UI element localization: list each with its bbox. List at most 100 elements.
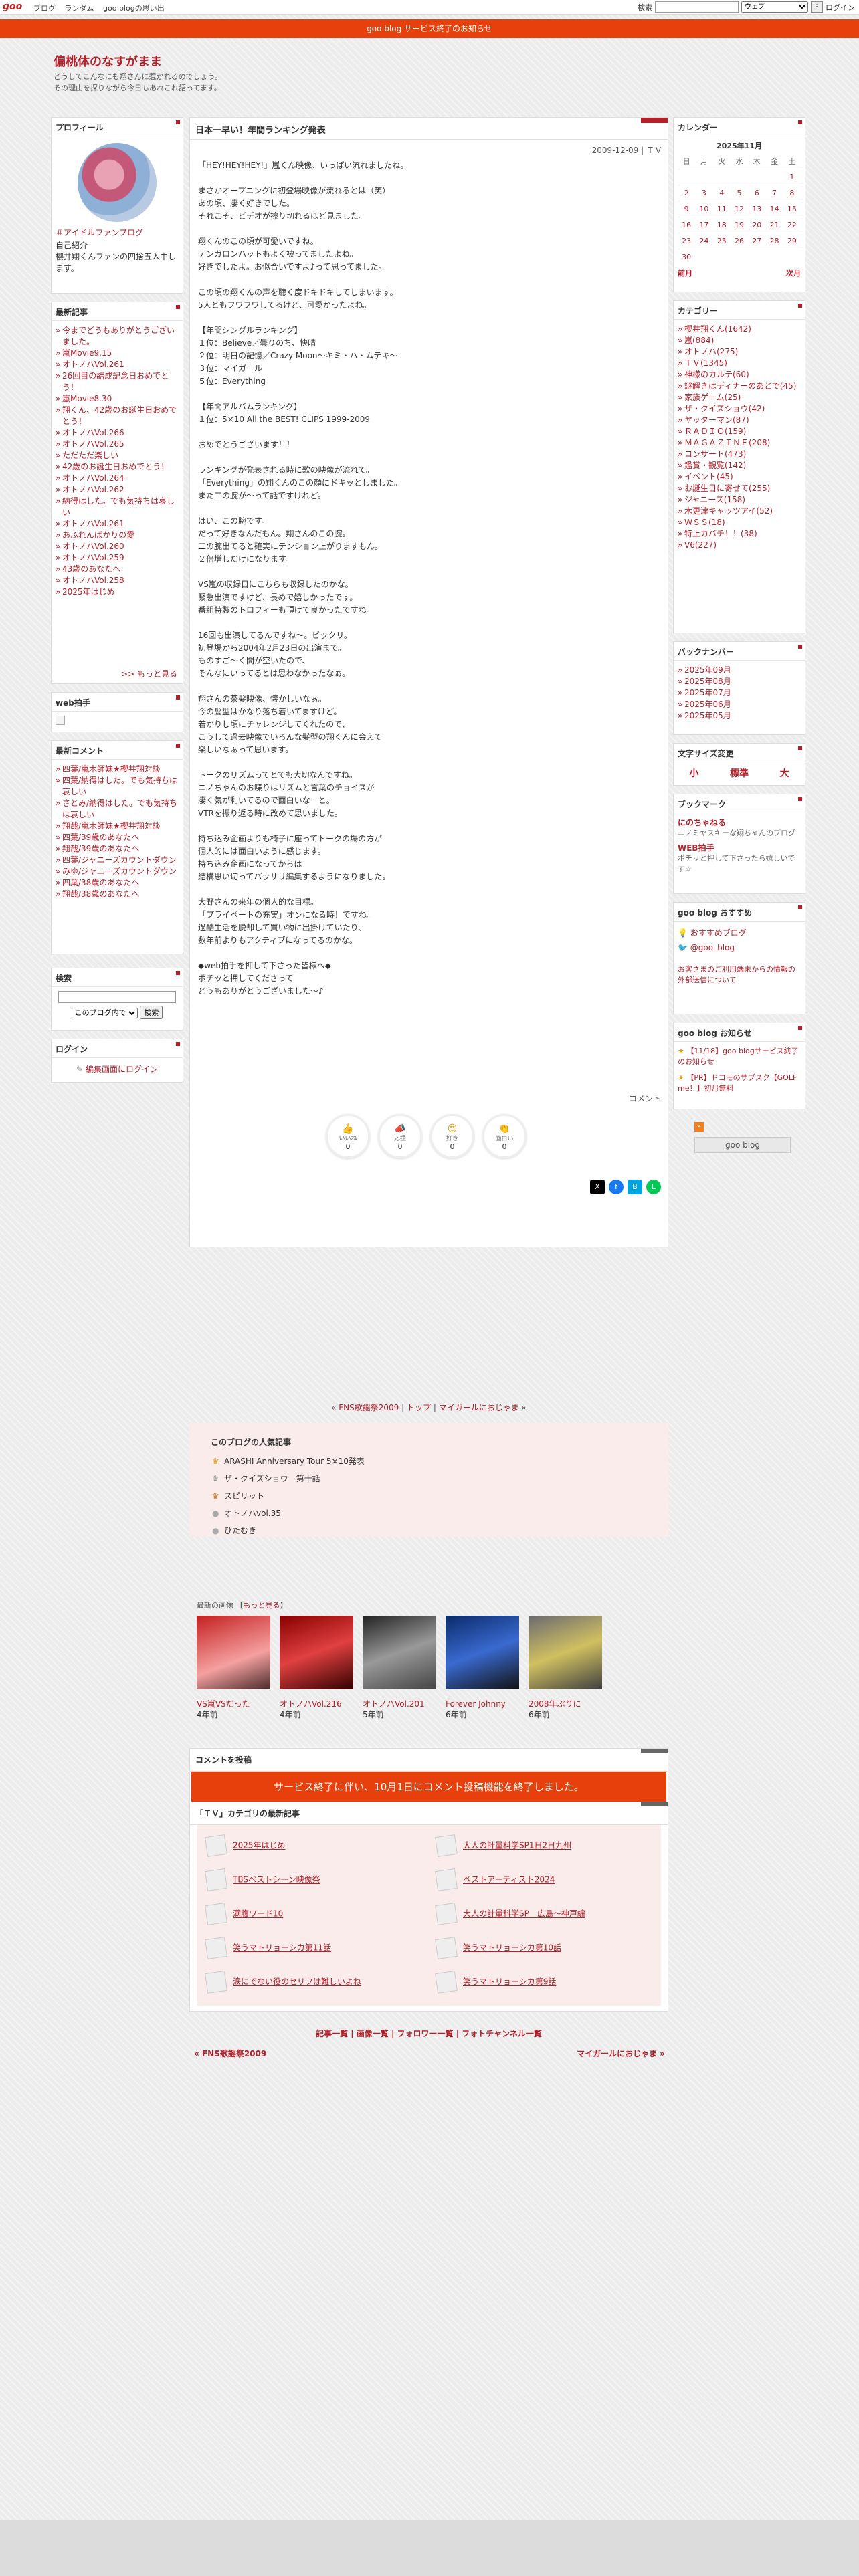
tv-recent-item[interactable]: 2025年はじめ [205, 1834, 286, 1857]
calendar-day[interactable]: 3 [695, 184, 713, 201]
category-link[interactable]: 嵐(884) [678, 335, 801, 346]
calendar-day[interactable]: 23 [678, 232, 696, 249]
category-link[interactable]: V6(227) [678, 540, 801, 551]
recent-post-link[interactable]: オトノハVol.266 [56, 427, 179, 439]
calendar-day[interactable]: 24 [695, 232, 713, 249]
calendar-day[interactable]: 22 [783, 216, 801, 233]
category-link[interactable]: オトノハ(275) [678, 346, 801, 358]
reaction-cheer[interactable]: 📣 応援 0 [378, 1114, 422, 1158]
tv-recent-item[interactable]: 笑うマトリョーシカ第10話 [435, 1937, 561, 1959]
hatena-icon[interactable]: B [628, 1180, 642, 1194]
calendar-day[interactable]: 20 [748, 216, 766, 233]
category-link[interactable]: ＴＶ(1345) [678, 358, 801, 369]
line-icon[interactable]: L [646, 1180, 661, 1194]
recent-post-link[interactable]: オトノハVol.262 [56, 484, 179, 496]
calendar-day[interactable]: 7 [765, 184, 783, 201]
popular-item[interactable]: ♛ ARASHI Anniversary Tour 5×10発表 [212, 1455, 365, 1467]
backnumber-link[interactable]: 2025年07月 [678, 687, 801, 699]
recent-post-link[interactable]: あふれんばかりの愛 [56, 530, 179, 541]
notice-item[interactable]: ★ 【PR】ドコモのサブスク【GOLF me！】初月無料 [678, 1073, 801, 1094]
pager-top[interactable]: トップ [407, 1403, 431, 1412]
recent-post-link[interactable]: オトノハVol.265 [56, 439, 179, 450]
search-scope-select[interactable]: ウェブ [741, 1, 808, 13]
category-link[interactable]: 鑑賞・観覧(142) [678, 460, 801, 471]
nav-memories[interactable]: goo blogの思い出 [103, 4, 165, 13]
gallery-thumb[interactable] [529, 1616, 602, 1689]
recent-post-link[interactable]: 42歳のお誕生日おめでとう！ [56, 461, 179, 473]
calendar-next[interactable]: 次月 [786, 267, 801, 278]
recommend-item[interactable]: 💡 おすすめブログ [678, 926, 801, 940]
calendar-day[interactable]: 16 [678, 216, 696, 233]
calendar-day[interactable]: 5 [730, 184, 749, 201]
recent-post-link[interactable]: オトノハVol.261 [56, 359, 179, 370]
calendar-day[interactable]: 10 [695, 200, 713, 217]
calendar-day[interactable]: 2 [678, 184, 696, 201]
comment-link[interactable]: 翔哉/38歳のあなたへ [56, 889, 179, 900]
popular-item[interactable]: ♛ スピリット [212, 1490, 264, 1501]
category-link[interactable]: 木更津キャッツアイ(52) [678, 506, 801, 517]
facebook-icon[interactable]: f [609, 1180, 624, 1194]
recent-post-link[interactable]: オトノハVol.259 [56, 552, 179, 564]
category-link[interactable]: ジャニーズ(158) [678, 494, 801, 506]
recent-more-link[interactable]: >> もっと見る [121, 668, 177, 679]
footer-prev[interactable]: « FNS歌謡祭2009 [194, 2049, 266, 2058]
category-link[interactable]: ザ・クイズショウ(42) [678, 403, 801, 415]
gallery-thumb[interactable] [197, 1616, 270, 1689]
reaction-funny[interactable]: 👏 面白い 0 [482, 1114, 527, 1158]
pager-prev[interactable]: FNS歌謡祭2009 [339, 1403, 399, 1412]
comment-link[interactable]: 四葉/39歳のあなたへ [56, 832, 179, 843]
calendar-day[interactable]: 6 [748, 184, 766, 201]
reaction-love[interactable]: 😍 好き 0 [430, 1114, 474, 1158]
recent-post-link[interactable]: オトノハVol.264 [56, 473, 179, 484]
comment-link[interactable]: みゆ/ジャニーズカウントダウン [56, 866, 179, 877]
service-end-link[interactable]: goo blog サービス終了のお知らせ [367, 24, 492, 33]
recent-post-link[interactable]: オトノハVol.261 [56, 518, 179, 530]
reaction-like[interactable]: 👍 いいね 0 [326, 1114, 370, 1158]
nav-random[interactable]: ランダム [65, 4, 94, 13]
category-link[interactable]: ヤッターマン(87) [678, 415, 801, 426]
backnumber-link[interactable]: 2025年05月 [678, 710, 801, 722]
top-search-input[interactable] [655, 1, 739, 13]
calendar-day[interactable]: 1 [783, 168, 801, 185]
recent-post-link[interactable]: ただただ楽しい [56, 450, 179, 461]
tv-recent-item[interactable]: 涙にでない役のセリフは難しいよね [205, 1971, 361, 1994]
calendar-day[interactable]: 19 [730, 216, 749, 233]
footer-links[interactable]: 記事一覧 | 画像一覧 | フォロワー一覧 | フォトチャンネル一覧 [189, 2028, 668, 2039]
calendar-day[interactable]: 11 [712, 200, 731, 217]
comment-link[interactable]: コメント [629, 1093, 661, 1104]
category-link[interactable]: 櫻井翔くん(1642) [678, 324, 801, 335]
search-icon[interactable]: ⌕ [811, 1, 823, 13]
category-link[interactable]: 特上カバチ！！(38) [678, 528, 801, 540]
calendar-day[interactable]: 25 [712, 232, 731, 249]
tv-recent-item[interactable]: 大人の計量科学SP 広島～神戸編 [435, 1903, 585, 1925]
tv-recent-item[interactable]: 大人の計量科学SP1日2日九州 [435, 1834, 571, 1857]
gallery-thumb[interactable] [363, 1616, 436, 1689]
rss-icon[interactable]: ⌁ [694, 1122, 704, 1132]
notice-item[interactable]: ★ 【11/18】goo blogサービス終了のお知らせ [678, 1046, 801, 1067]
comment-link[interactable]: 四葉/ジャニーズカウントダウン [56, 855, 179, 866]
entry-title[interactable]: 日本一早い！年間ランキング発表 [195, 123, 326, 136]
recent-post-link[interactable]: 26回目の結成記念日おめでとう！ [56, 370, 179, 393]
comment-link[interactable]: さとみ/納得はした。でも気持ちは哀しい [56, 798, 179, 821]
calendar-day[interactable]: 13 [748, 200, 766, 217]
backnumber-link[interactable]: 2025年06月 [678, 699, 801, 710]
privacy-note[interactable]: お客さまのご利用端末からの情報の外部送信について [678, 964, 801, 986]
tv-recent-item[interactable]: 笑うマトリョーシカ第9話 [435, 1971, 556, 1994]
recent-post-link[interactable]: 翔くん、42歳のお誕生日おめでとう！ [56, 405, 179, 427]
comment-link[interactable]: 翔哉/嵐木師妹★櫻井翔対談 [56, 821, 179, 832]
calendar-prev[interactable]: 前月 [678, 267, 692, 278]
category-link[interactable]: 謎解きはディナーのあとで(45) [678, 381, 801, 392]
web-clap-image[interactable] [56, 716, 65, 725]
site-title[interactable]: 偏桃体のなすがまま [54, 52, 162, 70]
fontsize-large[interactable]: 大 [780, 766, 789, 780]
popular-item[interactable]: ♛ ザ・クイズショウ 第十話 [212, 1473, 320, 1484]
goo-logo[interactable]: goo [3, 1, 22, 12]
recent-post-link[interactable]: オトノハVol.258 [56, 575, 179, 586]
tv-recent-item[interactable]: 满腹ワード10 [205, 1903, 283, 1925]
popular-item[interactable]: ● オトノハvol.35 [212, 1507, 281, 1519]
calendar-day[interactable]: 8 [783, 184, 801, 201]
bookmark-name[interactable]: にのちゃねる [678, 817, 801, 828]
goo-blog-badge[interactable]: goo blog [694, 1137, 791, 1153]
tv-recent-item[interactable]: TBSベストシーン映像祭 [205, 1868, 320, 1891]
recent-post-link[interactable]: 今までどうもありがとうございました。 [56, 325, 179, 348]
